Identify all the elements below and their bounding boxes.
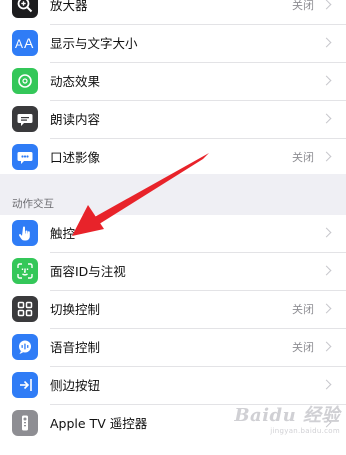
watermark-url: jingyan.baidu.com: [270, 427, 340, 435]
watermark-logo: Baidu 经验: [234, 405, 340, 426]
arrow-shaft: [91, 153, 209, 226]
annotation-arrow: [72, 153, 209, 236]
baidu-watermark: Baidu 经验 jingyan.baidu.com: [234, 401, 340, 435]
